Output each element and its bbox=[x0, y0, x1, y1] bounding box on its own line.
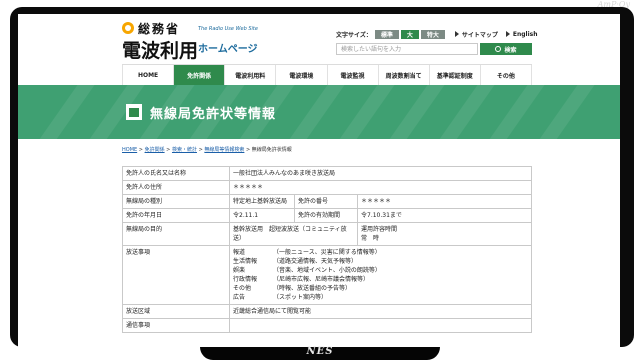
broadcast-item-desc: （道路交通情報、天気予報等） bbox=[273, 258, 358, 265]
monitor-stand: NES bbox=[200, 346, 440, 360]
breadcrumb-license[interactable]: 免許関係 bbox=[145, 147, 165, 153]
nav-frequency[interactable]: 周波数割当て bbox=[379, 65, 430, 85]
table-key: 放送事項 bbox=[122, 245, 230, 305]
site-tagline: The Radio Use Web Site bbox=[198, 26, 258, 32]
nav-certification[interactable]: 基準認証制度 bbox=[430, 65, 481, 85]
table-row: 免許人の住所 ＊＊＊＊＊ bbox=[122, 180, 532, 195]
font-size-label: 文字サイズ： bbox=[336, 31, 372, 39]
table-value: 特定地上基幹放送局 bbox=[229, 194, 295, 209]
broadcast-item-type: 報道 bbox=[233, 249, 246, 256]
breadcrumb-home[interactable]: HOME bbox=[122, 147, 137, 153]
font-size-large-button[interactable]: 大 bbox=[400, 29, 419, 39]
english-label: English bbox=[512, 30, 538, 38]
table-row: 免許人の氏名又は名称 一般社団法人みんなのあま咲き放送局 bbox=[122, 166, 532, 181]
breadcrumb: HOME > 免許関係 > 検索・統計 > 無線局等情報検索 > 無線局免許状情… bbox=[122, 146, 292, 153]
table-value: 一般社団法人みんなのあま咲き放送局 bbox=[229, 166, 532, 181]
monitor-bezel: 総務省 電波利用 The Radio Use Web Site ホームページ 文… bbox=[10, 7, 634, 350]
table-value: 常 時 bbox=[361, 235, 380, 242]
hours-cell: 運用許容時間常 時 bbox=[357, 222, 532, 246]
search-button[interactable]: 検索 bbox=[480, 43, 532, 55]
nav-other[interactable]: その他 bbox=[481, 65, 532, 85]
utility-bar: 文字サイズ： 標準 大 特大 サイトマップ English bbox=[336, 28, 538, 40]
font-size-standard-button[interactable]: 標準 bbox=[374, 29, 399, 39]
table-row: 無線局の種別 特定地上基幹放送局 免許の番号 ＊＊＊＊＊ bbox=[122, 194, 532, 209]
table-key: 免許の番号 bbox=[294, 194, 358, 209]
table-key: 免許人の氏名又は名称 bbox=[122, 166, 230, 181]
breadcrumb-station-search[interactable]: 無線局等情報検索 bbox=[204, 147, 244, 153]
search-icon bbox=[495, 46, 502, 52]
broadcast-item-desc: （音楽、地域イベント、小説の朗読等） bbox=[273, 267, 381, 274]
table-row: 放送事項 報道 （一般ニュース、災害に関する情報等） 生活情報 （道路交通情報、天気… bbox=[122, 245, 532, 305]
screen: 総務省 電波利用 The Radio Use Web Site ホームページ 文… bbox=[18, 14, 620, 350]
breadcrumb-current: 無線局免許状情報 bbox=[251, 147, 292, 153]
list-item: 生活情報 （道路交通情報、天気予報等） bbox=[233, 257, 528, 266]
table-value: 近畿総合通信局にて閲覧可能 bbox=[229, 304, 532, 319]
monitor-brand-logo: NES bbox=[306, 346, 334, 357]
broadcast-item-desc: （一般ニュース、災害に関する情報等） bbox=[273, 249, 381, 256]
main-nav: HOME 免許関係 電波利用料 電波環境 電波監視 周波数割当て 基準認証制度 … bbox=[122, 64, 532, 86]
list-item: 行政情報 （尼崎市広報、尼崎市議会情報等） bbox=[233, 275, 528, 284]
ministry-logo-icon[interactable] bbox=[122, 22, 134, 34]
list-item: 広告 （スポット案内等） bbox=[233, 293, 528, 302]
nav-monitoring[interactable]: 電波監視 bbox=[328, 65, 379, 85]
table-key: 免許の年月日 bbox=[122, 208, 230, 223]
license-info-table: 免許人の氏名又は名称 一般社団法人みんなのあま咲き放送局 免許人の住所 ＊＊＊＊… bbox=[122, 166, 532, 333]
broadcast-item-type: 広告 bbox=[233, 294, 246, 301]
nav-home[interactable]: HOME bbox=[122, 65, 175, 85]
table-key: 放送区域 bbox=[122, 304, 230, 319]
chevron-right-icon bbox=[454, 31, 459, 37]
table-value: ＊＊＊＊＊ bbox=[357, 194, 532, 209]
breadcrumb-separator: > bbox=[245, 147, 251, 153]
table-row: 放送区域 近畿総合通信局にて閲覧可能 bbox=[122, 304, 532, 319]
nav-license[interactable]: 免許関係 bbox=[174, 65, 226, 85]
broadcast-items-cell: 報道 （一般ニュース、災害に関する情報等） 生活情報 （道路交通情報、天気予報等） … bbox=[229, 245, 532, 305]
broadcast-item-type: その他 bbox=[233, 285, 252, 292]
table-row: 通信事項 bbox=[122, 318, 532, 333]
english-link[interactable]: English bbox=[505, 30, 538, 38]
table-row: 無線局の目的 基幹放送用 超短波放送（コミュニティ放送） 運用許容時間常 時 bbox=[122, 222, 532, 246]
table-row: 免許の年月日 令2.11.1 免許の有効期間 令7.10.31まで bbox=[122, 208, 532, 223]
table-key: 無線局の目的 bbox=[122, 222, 230, 246]
document-icon bbox=[126, 104, 142, 120]
sitemap-label: サイトマップ bbox=[461, 31, 498, 39]
table-key: 免許人の住所 bbox=[122, 180, 230, 195]
list-item: その他 （時報、放送番組の予告等） bbox=[233, 284, 528, 293]
search-button-label: 検索 bbox=[504, 46, 517, 54]
breadcrumb-separator: > bbox=[198, 147, 203, 153]
broadcast-item-desc: （スポット案内等） bbox=[273, 294, 328, 301]
broadcast-item-type: 娯楽 bbox=[233, 267, 246, 274]
ministry-name[interactable]: 総務省 bbox=[138, 20, 180, 37]
font-size-xlarge-button[interactable]: 特大 bbox=[420, 29, 445, 39]
table-value: 令7.10.31まで bbox=[357, 208, 532, 223]
table-key: 免許の有効期間 bbox=[294, 208, 358, 223]
broadcast-item-type: 生活情報 bbox=[233, 258, 258, 265]
table-value bbox=[229, 318, 532, 333]
page-title: 無線局免許状等情報 bbox=[126, 100, 276, 124]
breadcrumb-search-stats[interactable]: 検索・統計 bbox=[172, 147, 197, 153]
site-subtitle[interactable]: ホームページ bbox=[198, 40, 258, 55]
nav-usage-fee[interactable]: 電波利用料 bbox=[225, 65, 277, 85]
page-title-text: 無線局免許状等情報 bbox=[150, 106, 277, 122]
search-input[interactable]: 検索したい語句を入力 bbox=[336, 43, 478, 55]
list-item: 報道 （一般ニュース、災害に関する情報等） bbox=[233, 248, 528, 257]
table-value: ＊＊＊＊＊ bbox=[229, 180, 532, 195]
site-title[interactable]: 電波利用 bbox=[122, 36, 198, 63]
sitemap-link[interactable]: サイトマップ bbox=[454, 30, 498, 39]
page-banner bbox=[18, 85, 620, 139]
table-value: 基幹放送用 超短波放送（コミュニティ放送） bbox=[229, 222, 358, 246]
table-key: 通信事項 bbox=[122, 318, 230, 333]
broadcast-item-type: 行政情報 bbox=[233, 276, 258, 283]
broadcast-item-desc: （時報、放送番組の予告等） bbox=[273, 285, 352, 292]
table-key: 運用許容時間 bbox=[361, 226, 398, 233]
list-item: 娯楽 （音楽、地域イベント、小説の朗読等） bbox=[233, 266, 528, 275]
table-key: 無線局の種別 bbox=[122, 194, 230, 209]
web-page: 総務省 電波利用 The Radio Use Web Site ホームページ 文… bbox=[18, 14, 620, 350]
chevron-right-icon bbox=[505, 31, 510, 37]
nav-environment[interactable]: 電波環境 bbox=[276, 65, 328, 85]
breadcrumb-separator: > bbox=[138, 147, 143, 153]
monitor-frame: AmP·Oy 総務省 電波利用 The Radio Use Web Site ホ… bbox=[0, 0, 640, 360]
broadcast-item-desc: （尼崎市広報、尼崎市議会情報等） bbox=[273, 276, 370, 283]
table-value: 令2.11.1 bbox=[229, 208, 295, 223]
breadcrumb-separator: > bbox=[166, 147, 171, 153]
